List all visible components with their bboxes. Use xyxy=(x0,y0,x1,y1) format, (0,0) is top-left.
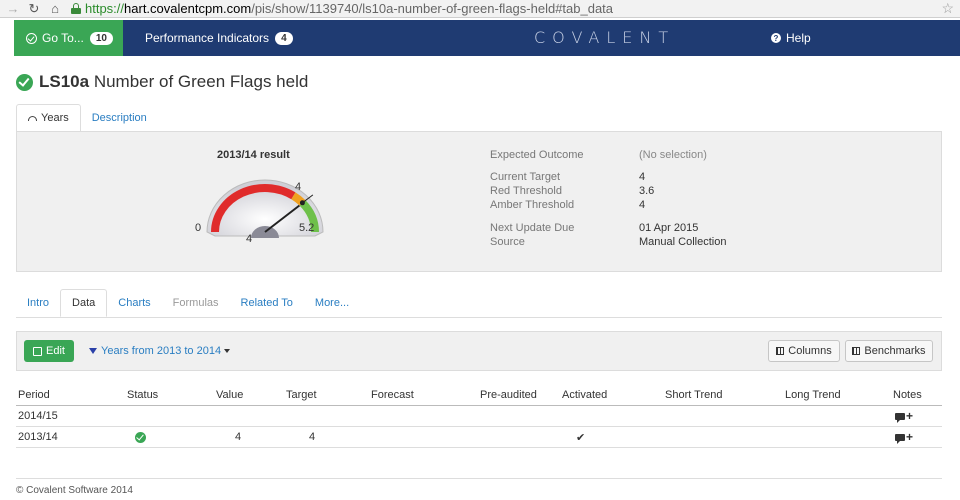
data-toolbar: Edit Years from 2013 to 2014 Columns Ben… xyxy=(16,331,942,371)
info-label-amber-threshold: Amber Threshold xyxy=(490,199,575,211)
lock-icon xyxy=(71,3,81,14)
status-ok-icon xyxy=(135,432,146,446)
gauge-value-label: 4 xyxy=(246,233,253,245)
columns-label: Columns xyxy=(788,345,832,357)
check-circle-icon xyxy=(26,32,37,44)
header-short-trend: Short Trend xyxy=(665,389,723,401)
edit-button[interactable]: Edit xyxy=(24,340,74,362)
info-label-expected-outcome: Expected Outcome xyxy=(490,149,584,161)
header-target: Target xyxy=(286,389,317,401)
header-pre-audited: Pre-audited xyxy=(480,389,537,401)
tab-data[interactable]: Data xyxy=(60,289,108,317)
gauge-icon xyxy=(28,115,37,121)
help-label: Help xyxy=(786,31,811,45)
gauge-target-label: 4 xyxy=(295,181,302,193)
header-value: Value xyxy=(216,389,244,401)
page-title-row: LS10a Number of Green Flags held xyxy=(16,72,308,92)
caret-down-icon xyxy=(224,349,231,353)
info-value-current-target: 4 xyxy=(639,171,646,183)
gauge-max-label: 5.2 xyxy=(299,222,315,234)
years-filter-dropdown[interactable]: Years from 2013 to 2014 xyxy=(89,345,231,357)
tab-years[interactable]: Years xyxy=(16,104,81,132)
edit-icon xyxy=(33,346,43,356)
table-header-row: Period Status Value Target Forecast Pre-… xyxy=(16,385,942,406)
edit-label: Edit xyxy=(46,345,65,357)
header-notes: Notes xyxy=(893,389,922,401)
gauge-min-label: 0 xyxy=(195,222,202,234)
info-value-amber-threshold: 4 xyxy=(639,199,646,211)
bookmark-star-icon[interactable]: ☆ xyxy=(941,0,954,17)
page-title: LS10a Number of Green Flags held xyxy=(39,72,308,92)
covalent-logo: COVALENT xyxy=(534,28,676,47)
pi-code: LS10a xyxy=(39,72,90,91)
performance-indicators-count-badge: 4 xyxy=(275,31,293,45)
url-field[interactable]: https://hart.covalentcpm.com/pis/show/11… xyxy=(69,1,941,17)
columns-icon xyxy=(776,347,785,355)
back-arrow-icon[interactable]: → xyxy=(6,1,20,16)
benchmarks-icon xyxy=(852,347,861,355)
header-long-trend: Long Trend xyxy=(785,389,841,401)
tab-years-label: Years xyxy=(41,112,69,124)
info-label-current-target: Current Target xyxy=(490,171,561,183)
result-gauge xyxy=(187,172,347,242)
performance-indicators-label: Performance Indicators xyxy=(145,31,270,45)
cell-value: 4 xyxy=(235,431,242,443)
goto-button[interactable]: Go To... 10 xyxy=(14,20,123,56)
header-forecast: Forecast xyxy=(371,389,414,401)
top-navigation: Go To... 10 Performance Indicators 4 COV… xyxy=(14,20,960,56)
add-note-icon[interactable]: + xyxy=(895,410,913,423)
info-value-source: Manual Collection xyxy=(639,236,727,248)
result-label: 2013/14 result xyxy=(217,149,290,161)
performance-indicators-menu[interactable]: Performance Indicators 4 xyxy=(145,31,293,45)
pi-title: Number of Green Flags held xyxy=(93,72,309,91)
url-domain: hart.covalentcpm.com xyxy=(124,1,252,16)
header-activated: Activated xyxy=(562,389,608,401)
tab-related-to[interactable]: Related To xyxy=(230,289,304,317)
cell-target: 4 xyxy=(309,431,316,443)
home-icon[interactable]: ⌂ xyxy=(48,1,62,16)
table-row[interactable]: 2014/15 + xyxy=(16,406,942,427)
activated-check-icon: ✔ xyxy=(576,431,586,444)
gauge-svg xyxy=(206,179,324,238)
top-tabs: Years Description xyxy=(16,104,942,133)
info-label-source: Source xyxy=(490,236,525,248)
url-scheme: https:// xyxy=(85,1,125,16)
header-period: Period xyxy=(18,389,50,401)
tab-more[interactable]: More... xyxy=(304,289,360,317)
filter-icon xyxy=(89,348,97,354)
info-value-red-threshold: 3.6 xyxy=(639,185,655,197)
reload-icon[interactable]: ↻ xyxy=(27,1,41,16)
tab-description[interactable]: Description xyxy=(81,104,158,132)
gauge-target-dot xyxy=(299,200,305,206)
benchmarks-button[interactable]: Benchmarks xyxy=(845,340,933,362)
table-row[interactable]: 2013/14 4 4 ✔ + xyxy=(16,427,942,448)
info-label-next-update: Next Update Due xyxy=(490,222,575,234)
status-check-icon xyxy=(16,73,33,91)
url-path: /pis/show/1139740/ls10a-number-of-green-… xyxy=(251,1,614,16)
info-value-next-update: 01 Apr 2015 xyxy=(639,222,699,234)
help-link[interactable]: ? Help xyxy=(771,31,811,45)
info-value-expected-outcome: (No selection) xyxy=(639,149,707,161)
cell-period: 2014/15 xyxy=(18,410,58,422)
benchmarks-label: Benchmarks xyxy=(864,345,926,357)
tab-formulas[interactable]: Formulas xyxy=(162,289,230,317)
add-note-icon[interactable]: + xyxy=(895,431,913,444)
data-table: Period Status Value Target Forecast Pre-… xyxy=(16,385,942,448)
help-icon: ? xyxy=(771,33,781,43)
goto-label: Go To... xyxy=(42,31,84,45)
tab-intro[interactable]: Intro xyxy=(16,289,60,317)
info-label-red-threshold: Red Threshold xyxy=(490,185,562,197)
years-filter-label: Years from 2013 to 2014 xyxy=(101,345,222,357)
header-status: Status xyxy=(127,389,159,401)
columns-button[interactable]: Columns xyxy=(768,340,840,362)
data-tabs: Intro Data Charts Formulas Related To Mo… xyxy=(16,289,942,318)
goto-count-badge: 10 xyxy=(89,31,113,45)
cell-period: 2013/14 xyxy=(18,431,58,443)
footer-copyright: © Covalent Software 2014 xyxy=(16,478,942,496)
tab-charts[interactable]: Charts xyxy=(107,289,161,317)
browser-address-bar: → ↻ ⌂ https://hart.covalentcpm.com/pis/s… xyxy=(0,0,960,18)
years-panel: 2013/14 result 0 5.2 4 4 Expected Outcom… xyxy=(16,131,942,272)
